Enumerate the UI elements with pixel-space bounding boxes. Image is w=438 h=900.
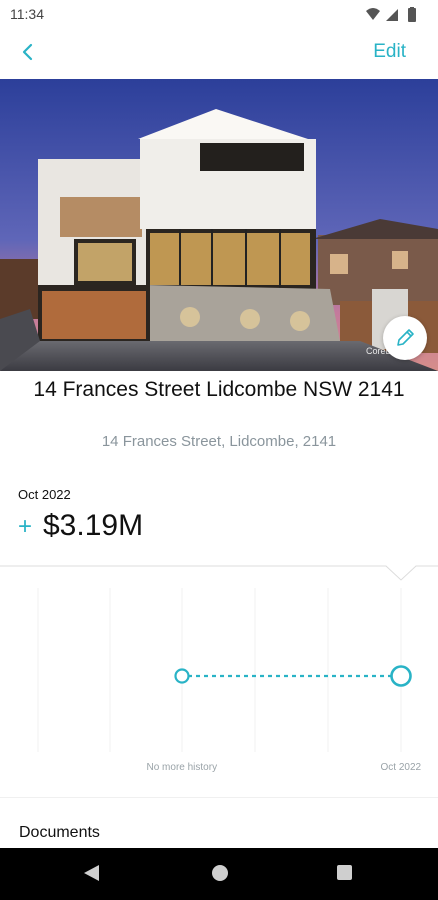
back-button[interactable] <box>14 38 44 68</box>
signal-icon <box>386 9 398 21</box>
status-time: 11:34 <box>10 6 44 22</box>
battery-icon <box>408 7 416 22</box>
property-address: 14 Frances Street, Lidcombe, 2141 <box>101 433 337 450</box>
status-bar: 11:34 <box>0 0 438 30</box>
chart-point-latest <box>390 665 412 687</box>
edit-button[interactable]: Edit <box>373 41 406 63</box>
property-title: 14 Frances Street Lidcombe NSW 2141 <box>33 378 405 401</box>
system-nav-bar <box>0 848 438 900</box>
valuation-date: Oct 2022 <box>18 487 71 502</box>
edit-photo-button[interactable] <box>383 316 427 360</box>
chart-point-start <box>174 668 190 684</box>
nav-home-icon[interactable] <box>212 865 228 881</box>
nav-back-icon[interactable] <box>84 865 99 881</box>
x-tick-label: Oct 2022 <box>380 762 422 773</box>
documents-heading: Documents <box>19 824 100 841</box>
chevron-left-icon <box>22 43 33 61</box>
valuation-change-sign: + <box>18 513 33 540</box>
valuation-amount: $3.19M <box>43 509 144 542</box>
nav-recents-icon[interactable] <box>337 865 352 880</box>
status-icons <box>364 7 428 23</box>
property-photo <box>0 79 438 371</box>
x-tick-label: No more history <box>146 762 218 773</box>
valuation-history-chart <box>0 562 438 798</box>
wifi-icon <box>366 8 380 20</box>
pencil-icon <box>397 329 414 346</box>
chart-top-border <box>0 565 438 581</box>
chart-canvas <box>0 565 438 798</box>
app-bar: Edit <box>0 30 438 78</box>
